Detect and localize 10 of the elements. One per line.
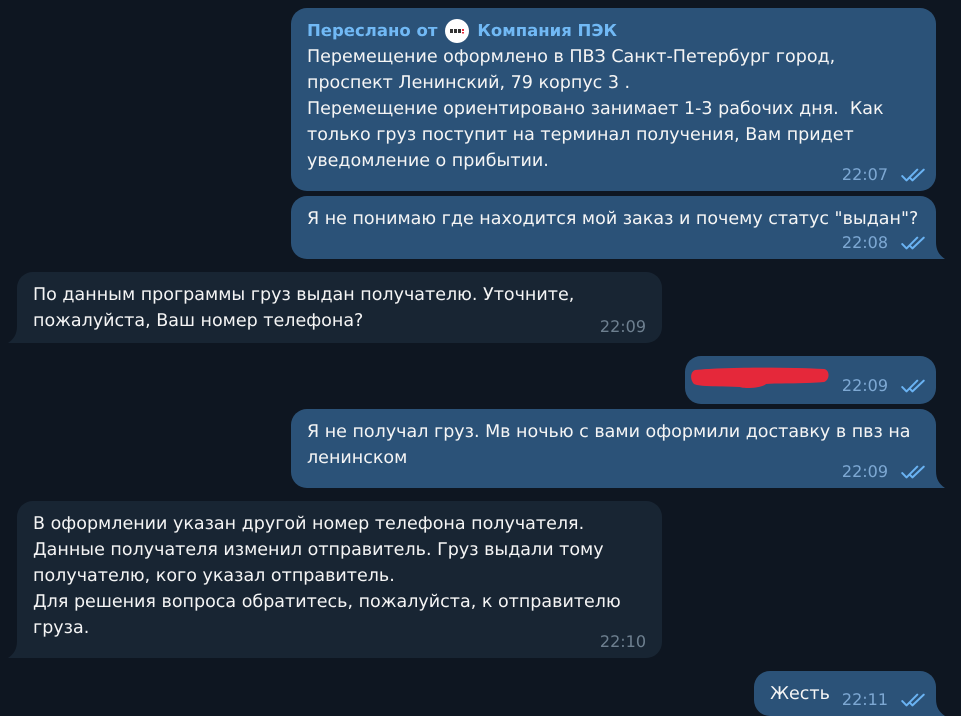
message-time: 22:11 <box>842 689 888 711</box>
message-text: Я не понимаю где находится мой заказ и почему статус "выдан"? <box>307 208 918 231</box>
message-time: 22:09 <box>842 375 888 397</box>
logo-icon <box>445 19 470 43</box>
forwarded-label: Переслано от <box>307 20 438 42</box>
sender-name[interactable]: Компания ПЭК <box>477 18 617 44</box>
message-time: 22:09 <box>600 316 646 338</box>
message-text: Жесть <box>770 683 830 706</box>
message-text: По данным программы груз выдан получателю. Уточните, пожалуйста, Ваш номер телефона? <box>33 284 574 333</box>
message-time: 22:08 <box>842 232 888 254</box>
